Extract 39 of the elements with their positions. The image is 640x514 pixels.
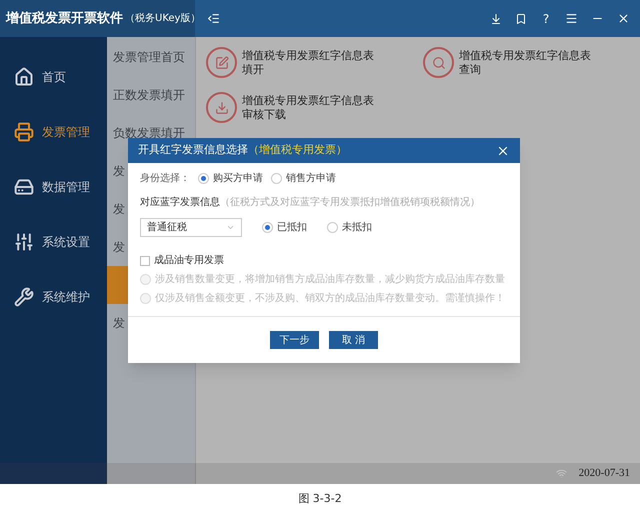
caret-icon bbox=[226, 223, 235, 232]
subnav-item[interactable]: 发票管理首页 bbox=[107, 38, 195, 76]
sidebar-item[interactable]: 系统设置 bbox=[0, 214, 107, 269]
oil-checkbox[interactable]: 成品油专用发票 bbox=[140, 253, 508, 268]
wrench-icon bbox=[14, 286, 34, 306]
figure-caption: 图 3-3-2 bbox=[298, 490, 342, 507]
subnav-item[interactable]: 正数发票填开 bbox=[107, 76, 195, 114]
menu-icon[interactable] bbox=[565, 12, 578, 25]
menu-collapse-icon[interactable] bbox=[207, 12, 220, 25]
radio-option[interactable]: 未抵扣 bbox=[327, 220, 372, 235]
sidebar-item[interactable]: 系统维护 bbox=[0, 269, 107, 324]
printer-icon bbox=[14, 122, 34, 142]
sidebar-item[interactable]: 首页 bbox=[0, 49, 107, 104]
sidebar-item[interactable]: 发票管理 bbox=[0, 104, 107, 159]
drive-icon bbox=[14, 176, 34, 196]
tax-method-select[interactable]: 普通征税 bbox=[140, 218, 242, 237]
invoice-info-label: 对应蓝字发票信息（征税方式及对应蓝字专用发票抵扣增值税销项税额情况） bbox=[140, 196, 481, 210]
bookmark-icon[interactable] bbox=[515, 12, 527, 24]
identity-label: 身份选择： bbox=[140, 172, 190, 186]
radio-option[interactable]: 销售方申请 bbox=[271, 171, 336, 186]
sliders-icon bbox=[14, 232, 34, 252]
function-tile[interactable]: 增值税专用发票红字信息表审核下载 bbox=[206, 92, 423, 123]
close-icon[interactable] bbox=[617, 12, 630, 25]
radio-option[interactable]: 购买方申请 bbox=[198, 171, 263, 186]
sidebar-item[interactable]: 数据管理 bbox=[0, 159, 107, 214]
app-title: 增值税发票开票软件 bbox=[6, 10, 123, 28]
help-button[interactable]: ? bbox=[540, 10, 552, 28]
function-tile[interactable]: 增值税专用发票红字信息表查询 bbox=[423, 47, 640, 78]
wifi-icon bbox=[556, 468, 567, 479]
download-icon[interactable] bbox=[490, 12, 502, 24]
dialog-subtitle: （增值税专用发票） bbox=[248, 142, 347, 158]
home-icon bbox=[14, 66, 34, 86]
function-tile[interactable]: 增值税专用发票红字信息表填开 bbox=[206, 47, 423, 78]
dialog-button[interactable]: 取 消 bbox=[329, 331, 378, 349]
radio-option[interactable]: 已抵扣 bbox=[262, 220, 307, 235]
status-date: 2020-07-31 bbox=[578, 466, 630, 482]
dialog-button[interactable]: 下一步 bbox=[270, 331, 319, 349]
app-edition: （税务UKey版） bbox=[125, 12, 200, 26]
dialog-title: 开具红字发票信息选择 bbox=[138, 142, 248, 158]
